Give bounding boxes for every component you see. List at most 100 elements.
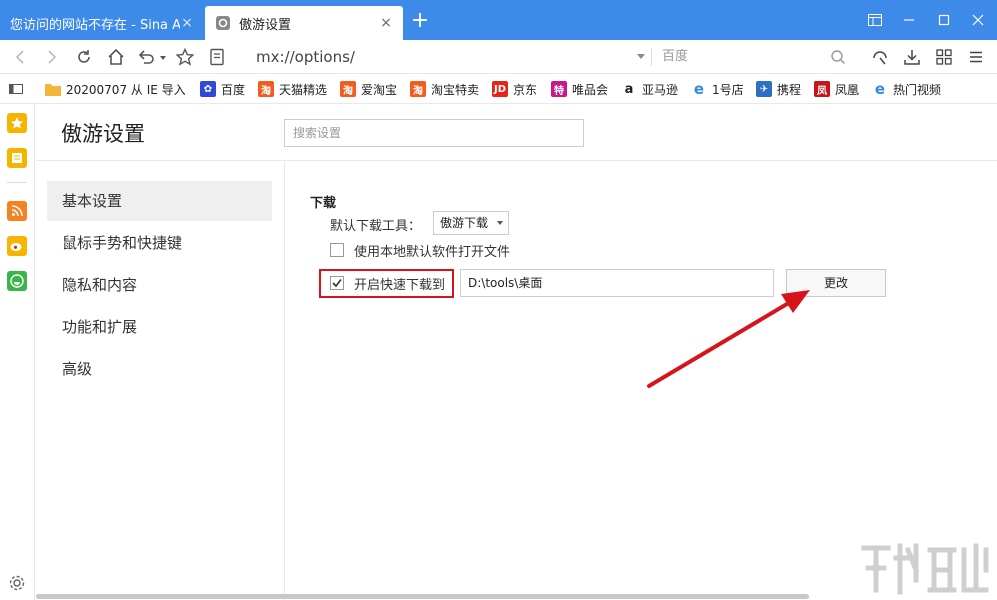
folder-icon: [45, 81, 61, 97]
search-engine-input[interactable]: 百度: [662, 47, 688, 67]
bookmark-item[interactable]: 淘 爱淘宝: [340, 80, 397, 98]
sidebar-toggle-icon[interactable]: [858, 0, 892, 40]
bookmark-item[interactable]: 淘 天猫精选: [258, 80, 327, 98]
divider: [651, 48, 652, 66]
side-toolbar: [0, 104, 35, 600]
sidebar-item-basic[interactable]: 基本设置: [47, 181, 272, 221]
bookmark-label: 凤凰: [835, 82, 860, 97]
ie-icon: e: [872, 80, 888, 98]
amazon-icon: a: [621, 81, 637, 97]
bookmark-label: 百度: [221, 82, 246, 97]
watermark-logo: [861, 543, 989, 595]
horizontal-scrollbar[interactable]: [36, 594, 809, 599]
minimize-icon[interactable]: [892, 0, 926, 40]
bookmark-item[interactable]: ✿ 百度: [200, 80, 245, 98]
refresh-icon[interactable]: [72, 45, 96, 69]
bookmark-item[interactable]: 凤 凤凰: [814, 80, 859, 98]
bookmark-label: 1号店: [712, 82, 744, 97]
sidebar-item-privacy-content[interactable]: 隐私和内容: [47, 265, 272, 305]
download-tool-select[interactable]: 傲游下载: [433, 211, 509, 235]
settings-gear-icon[interactable]: [8, 574, 26, 592]
open-with-local-checkbox[interactable]: [330, 243, 344, 257]
bookmark-label: 唯品会: [572, 82, 609, 97]
address-dropdown-icon[interactable]: [634, 45, 648, 69]
user-account-icon[interactable]: [868, 45, 892, 69]
settings-search-input[interactable]: [284, 119, 584, 147]
favorite-star-icon[interactable]: [173, 45, 197, 69]
tab-settings[interactable]: 傲游设置 ×: [205, 6, 403, 40]
ctrip-icon: ✈: [756, 81, 772, 97]
notes-icon[interactable]: [7, 148, 27, 168]
taobao-icon: 淘: [340, 81, 356, 97]
settings-content: 下载 默认下载工具： 傲游下载 使用本地默认软件打开文件 开启快速下载到 D:\…: [286, 162, 997, 600]
settings-header: 傲游设置: [36, 104, 997, 161]
bookmark-label: 爱淘宝: [361, 82, 398, 97]
jd-icon: JD: [492, 81, 508, 97]
settings-sidebar: 基本设置 鼠标手势和快捷键 隐私和内容 功能和扩展 高级: [36, 162, 285, 600]
section-title-download: 下载: [310, 196, 337, 211]
quick-download-checkbox[interactable]: [330, 276, 344, 290]
favorites-icon[interactable]: [7, 113, 27, 133]
download-icon[interactable]: [900, 45, 924, 69]
bookmark-label: 天猫精选: [279, 82, 328, 97]
tab-sina[interactable]: 您访问的网站不存在 - Sina A ×: [0, 6, 204, 40]
chevron-down-icon: [497, 221, 503, 225]
bookmark-label: 20200707 从 IE 导入: [66, 82, 186, 97]
forward-icon[interactable]: [40, 45, 64, 69]
extensions-grid-icon[interactable]: [932, 45, 956, 69]
bookmark-item[interactable]: 淘 淘宝特卖: [410, 80, 479, 98]
menu-icon[interactable]: [964, 45, 988, 69]
home-icon[interactable]: [104, 45, 128, 69]
search-icon[interactable]: [826, 45, 850, 69]
reader-icon[interactable]: [205, 45, 229, 69]
bookmark-item[interactable]: JD 京东: [492, 80, 537, 98]
title-bar: 您访问的网站不存在 - Sina A × 傲游设置 × +: [0, 0, 997, 40]
bookmark-item[interactable]: e 1号店: [691, 80, 744, 98]
tab-title: 傲游设置: [239, 17, 292, 33]
close-tab-icon[interactable]: ×: [180, 15, 194, 31]
open-with-local-label: 使用本地默认软件打开文件: [354, 245, 511, 260]
weibo-icon[interactable]: [7, 236, 27, 256]
bookmark-item[interactable]: e 热门视频: [872, 80, 941, 98]
quick-download-label: 开启快速下载到: [354, 278, 446, 293]
baidu-icon: ✿: [200, 81, 216, 97]
taobao-icon: 淘: [410, 81, 426, 97]
back-icon[interactable]: [8, 45, 32, 69]
bookmark-label: 亚马逊: [642, 82, 679, 97]
bookmark-label: 携程: [777, 82, 802, 97]
bookmark-item[interactable]: ✈ 携程: [756, 80, 801, 98]
close-window-icon[interactable]: [961, 0, 995, 40]
sidebar-panel-icon[interactable]: [9, 80, 23, 98]
bookmark-item[interactable]: a 亚马逊: [621, 80, 678, 98]
bookmarks-bar: 20200707 从 IE 导入 ✿ 百度 淘 天猫精选 淘 爱淘宝 淘 淘宝特…: [0, 74, 997, 104]
close-tab-icon[interactable]: ×: [379, 15, 393, 31]
bookmark-label: 淘宝特卖: [431, 82, 480, 97]
new-tab-button[interactable]: +: [408, 9, 432, 33]
sidebar-item-features-extensions[interactable]: 功能和扩展: [47, 307, 272, 347]
checkmark-icon: [332, 279, 342, 288]
download-path-input[interactable]: D:\tools\桌面: [460, 269, 774, 297]
navigation-bar: mx://options/ 百度: [0, 40, 997, 74]
smiley-icon[interactable]: [7, 271, 27, 291]
sidebar-item-advanced[interactable]: 高级: [47, 349, 272, 389]
gear-icon: [215, 15, 231, 31]
address-bar[interactable]: mx://options/: [256, 46, 656, 68]
ie-icon: e: [691, 80, 707, 98]
bookmark-label: 热门视频: [893, 82, 942, 97]
tab-title: 您访问的网站不存在 - Sina A: [10, 17, 180, 33]
bookmark-label: 京东: [513, 82, 538, 97]
bookmark-item[interactable]: 特 唯品会: [551, 80, 608, 98]
download-tool-label: 默认下载工具：: [330, 219, 422, 234]
rss-icon[interactable]: [7, 201, 27, 221]
divider: [7, 182, 27, 183]
taobao-icon: 淘: [258, 81, 274, 97]
undo-close-icon[interactable]: [134, 45, 168, 69]
change-path-button[interactable]: 更改: [786, 269, 886, 297]
ifeng-icon: 凤: [814, 81, 830, 97]
bookmark-item[interactable]: 20200707 从 IE 导入: [45, 80, 186, 98]
download-tool-value: 傲游下载: [440, 216, 489, 230]
page-title: 傲游设置: [61, 122, 145, 146]
sidebar-item-gestures-shortcuts[interactable]: 鼠标手势和快捷键: [47, 223, 272, 263]
maximize-icon[interactable]: [927, 0, 961, 40]
vip-icon: 特: [551, 81, 567, 97]
